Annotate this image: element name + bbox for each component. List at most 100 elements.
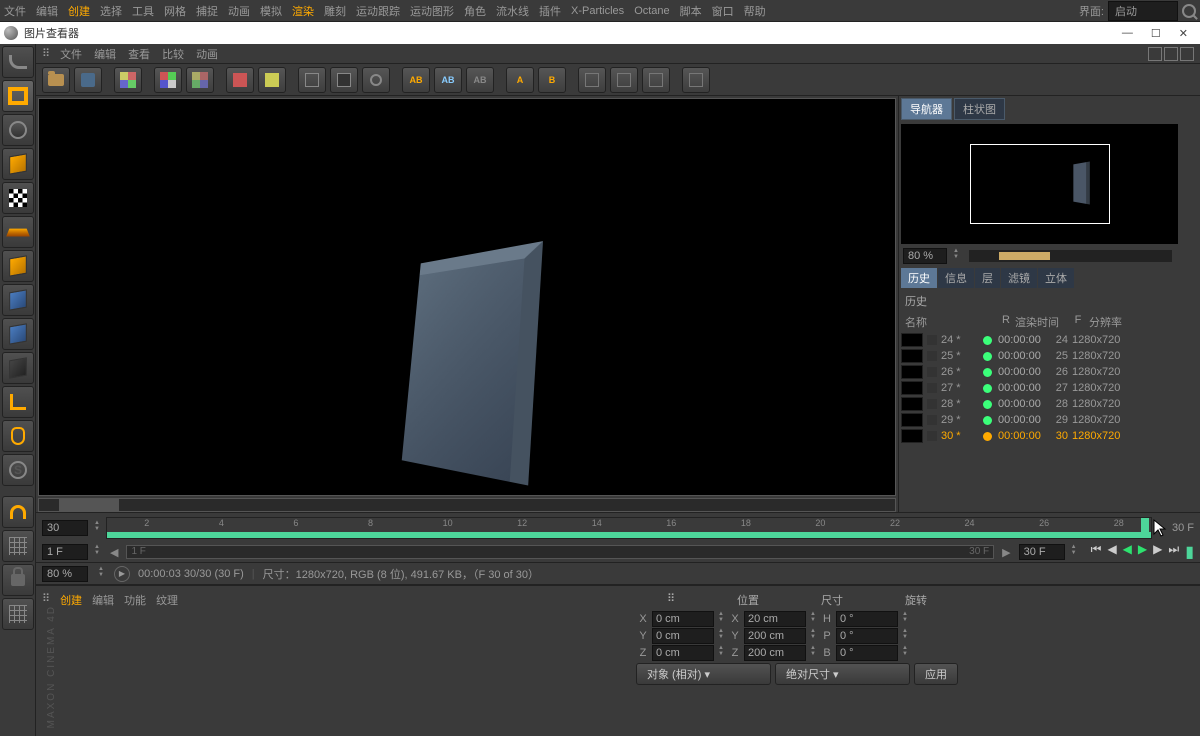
tiles-button[interactable] — [114, 67, 142, 93]
rot-p-field[interactable] — [836, 628, 898, 644]
tab-navigator[interactable]: 导航器 — [901, 98, 952, 120]
tab-info[interactable]: 信息 — [938, 268, 974, 288]
panel-icon-1[interactable] — [1148, 47, 1162, 61]
misc-3-button[interactable] — [642, 67, 670, 93]
save-button[interactable] — [74, 67, 102, 93]
tl-start-stepper[interactable]: ▲▼ — [92, 520, 102, 536]
mat-tab-func[interactable]: 功能 — [124, 592, 146, 608]
layout-select[interactable]: 启动 — [1108, 1, 1178, 21]
lock-tool[interactable] — [2, 564, 34, 596]
pos-x-field[interactable] — [652, 611, 714, 627]
viewer-menu-view[interactable]: 查看 — [128, 46, 150, 62]
ab-3-button[interactable]: AB — [466, 67, 494, 93]
floor-tool[interactable] — [2, 216, 34, 248]
menu-file[interactable]: 文件 — [4, 3, 26, 19]
cube5-tool[interactable] — [2, 352, 34, 384]
drag-handle-icon[interactable]: ⠿ — [667, 592, 675, 608]
cube3-tool[interactable] — [2, 284, 34, 316]
maximize-icon[interactable]: ☐ — [1151, 27, 1161, 40]
globe-button[interactable] — [2, 114, 34, 146]
menu-plugins[interactable]: 插件 — [539, 3, 561, 19]
scrub-right-stepper[interactable]: ▲▼ — [1069, 544, 1079, 560]
magnet-tool[interactable] — [2, 496, 34, 528]
render-preview[interactable] — [38, 98, 896, 496]
viewer-menu-compare[interactable]: 比较 — [162, 46, 184, 62]
mat-tab-edit[interactable]: 编辑 — [92, 592, 114, 608]
menu-xparticles[interactable]: X-Particles — [571, 5, 624, 17]
zoom-slider[interactable] — [969, 250, 1172, 262]
prev-frame-icon[interactable]: ◀ — [1107, 542, 1116, 562]
panel-icon-2[interactable] — [1164, 47, 1178, 61]
viewer-menu-file[interactable]: 文件 — [60, 46, 82, 62]
fullscreen-button[interactable] — [186, 67, 214, 93]
tab-history[interactable]: 历史 — [901, 268, 937, 288]
tab-filter[interactable]: 滤镜 — [1001, 268, 1037, 288]
mouse-tool[interactable] — [2, 420, 34, 452]
menu-snap[interactable]: 捕捉 — [196, 3, 218, 19]
history-row[interactable]: 27 *00:00:00271280x720 — [899, 380, 1180, 396]
menu-mesh[interactable]: 网格 — [164, 3, 186, 19]
misc-4-button[interactable] — [682, 67, 710, 93]
menu-create[interactable]: 创建 — [68, 3, 90, 19]
ab-2-button[interactable]: AB — [434, 67, 462, 93]
menu-mograph[interactable]: 运动图形 — [410, 3, 454, 19]
menu-character[interactable]: 角色 — [464, 3, 486, 19]
size-y-field[interactable] — [744, 628, 806, 644]
goto-start-icon[interactable]: ⏮ — [1091, 542, 1102, 562]
panel-icon-3[interactable] — [1180, 47, 1194, 61]
info-zoom-stepper[interactable]: ▲▼ — [96, 566, 106, 582]
menu-pipeline[interactable]: 流水线 — [496, 3, 529, 19]
tab-stereo[interactable]: 立体 — [1038, 268, 1074, 288]
scrub-bar[interactable]: 1 F 30 F — [126, 545, 994, 559]
viewer-menu-edit[interactable]: 编辑 — [94, 46, 116, 62]
tab-layer[interactable]: 层 — [975, 268, 1000, 288]
tab-histogram[interactable]: 柱状图 — [954, 98, 1005, 120]
cube-tool[interactable] — [2, 148, 34, 180]
history-row[interactable]: 30 *00:00:00301280x720 — [899, 428, 1180, 444]
size-mode-select[interactable]: 绝对尺寸 ▾ — [775, 663, 910, 685]
menu-help[interactable]: 帮助 — [744, 3, 766, 19]
checker-tool[interactable] — [2, 182, 34, 214]
history-row[interactable]: 29 *00:00:00291280x720 — [899, 412, 1180, 428]
history-row[interactable]: 26 *00:00:00261280x720 — [899, 364, 1180, 380]
tl-start-field[interactable]: 30 — [42, 520, 88, 536]
history-row[interactable]: 28 *00:00:00281280x720 — [899, 396, 1180, 412]
misc-1-button[interactable] — [578, 67, 606, 93]
open-button[interactable] — [42, 67, 70, 93]
images-button[interactable] — [2, 80, 34, 112]
play-icon[interactable]: ▶ — [1138, 542, 1147, 562]
menu-select[interactable]: 选择 — [100, 3, 122, 19]
search-icon[interactable] — [1182, 4, 1196, 18]
timeline-ruler[interactable]: 246810121416182022242628 — [106, 517, 1152, 539]
next-frame-icon[interactable]: ▶ — [1153, 542, 1162, 562]
menu-render[interactable]: 渲染 — [292, 3, 314, 19]
scrub-left-field[interactable]: 1 F — [42, 544, 88, 560]
zoom-stepper[interactable]: ▲▼ — [951, 248, 961, 264]
misc-2-button[interactable] — [610, 67, 638, 93]
b-button[interactable]: B — [538, 67, 566, 93]
cube2-tool[interactable] — [2, 250, 34, 282]
rot-b-field[interactable] — [836, 645, 898, 661]
zoom-field[interactable]: 80 % — [903, 248, 947, 264]
object-mode-select[interactable]: 对象 (相对) ▾ — [636, 663, 771, 685]
layer-a-button[interactable] — [226, 67, 254, 93]
filter-3-button[interactable] — [362, 67, 390, 93]
scrub-prev-icon[interactable]: ◀ — [110, 546, 118, 559]
play-back-icon[interactable]: ◀ — [1123, 542, 1132, 562]
cube4-tool[interactable] — [2, 318, 34, 350]
rot-h-field[interactable] — [836, 611, 898, 627]
viewer-menu-anim[interactable]: 动画 — [196, 46, 218, 62]
play-small-icon[interactable]: ▶ — [114, 566, 130, 582]
axis-tool[interactable] — [2, 386, 34, 418]
channel-button[interactable] — [154, 67, 182, 93]
menu-octane[interactable]: Octane — [634, 5, 669, 17]
close-icon[interactable]: ✕ — [1179, 27, 1188, 40]
minimize-icon[interactable]: — — [1122, 27, 1133, 40]
navigator-preview[interactable] — [901, 124, 1178, 244]
info-zoom-field[interactable]: 80 % — [42, 566, 88, 582]
filter-2-button[interactable] — [330, 67, 358, 93]
history-row[interactable]: 24 *00:00:00241280x720 — [899, 332, 1180, 348]
pos-z-field[interactable] — [652, 645, 714, 661]
history-row[interactable]: 25 *00:00:00251280x720 — [899, 348, 1180, 364]
menu-window[interactable]: 窗口 — [712, 3, 734, 19]
